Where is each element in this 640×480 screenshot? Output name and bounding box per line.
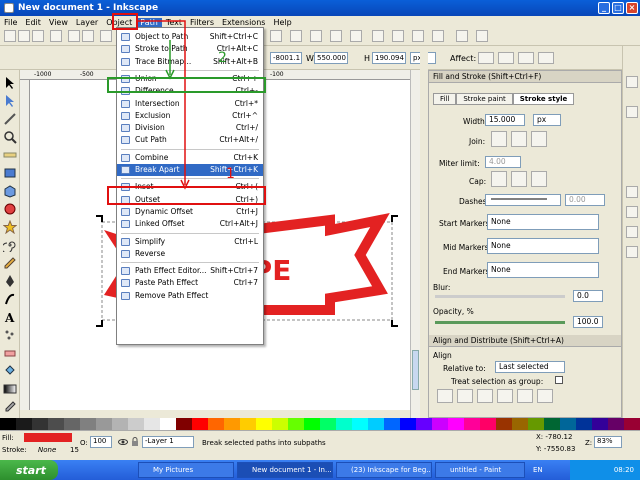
path-menu-highlight <box>112 13 138 30</box>
annotation-number-1: 1 <box>226 166 235 182</box>
annotation-number-2: 2 <box>218 50 227 66</box>
red-arrow <box>137 20 186 185</box>
union-highlight <box>107 77 266 93</box>
annotation-overlay: 1 2 <box>107 13 266 205</box>
break-apart-highlight <box>107 186 266 205</box>
